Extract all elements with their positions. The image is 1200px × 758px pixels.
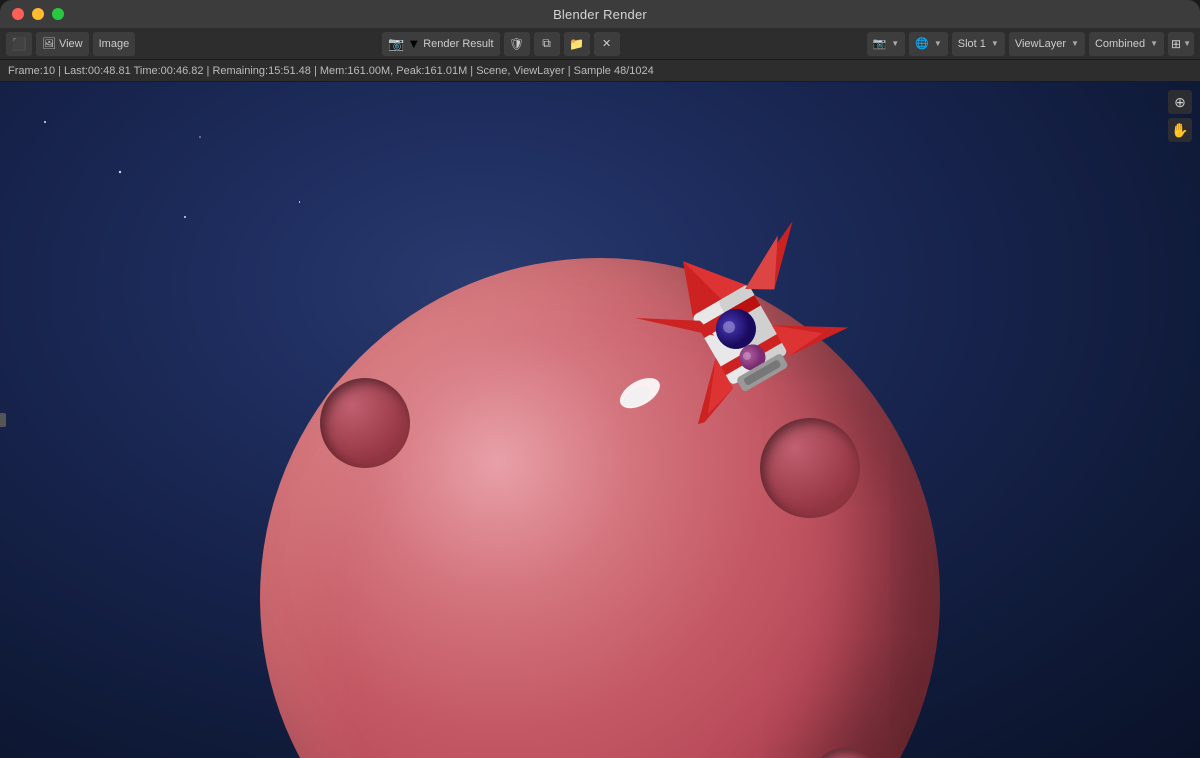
render-result-label: Render Result	[423, 38, 493, 50]
zoom-button[interactable]: ⊕	[1168, 90, 1192, 114]
image-menu-button[interactable]: Image	[93, 32, 136, 56]
view-menu-button[interactable]: 🖼 View	[36, 32, 89, 56]
globe-button[interactable]: 🌐 ▼	[909, 32, 948, 56]
globe-icon: 🌐	[915, 37, 929, 50]
crater-bottomright	[810, 748, 880, 758]
render-result-icon2: ▼	[407, 36, 420, 51]
close-result-icon: ✕	[602, 37, 611, 50]
combined-selector[interactable]: Combined ▼	[1089, 32, 1164, 56]
hand-tool-button[interactable]: ✋	[1168, 118, 1192, 142]
camera-dropdown: ▼	[891, 39, 899, 48]
render-result-icon: 📷	[388, 36, 404, 52]
slot-dropdown-icon: ▼	[991, 39, 999, 48]
window-title: Blender Render	[553, 7, 647, 22]
slot-selector[interactable]: Slot 1 ▼	[952, 32, 1005, 56]
view-icon: 🖼	[42, 37, 56, 50]
title-bar: Blender Render	[0, 0, 1200, 28]
slot-label: Slot 1	[958, 38, 986, 50]
editor-type-icon: ⬛	[12, 37, 27, 51]
stars-layer	[0, 82, 300, 232]
side-tools-panel: ⊕ ✋	[1168, 90, 1192, 142]
copy-icon: ⧉	[542, 36, 551, 51]
folder-button[interactable]: 📁	[564, 32, 590, 56]
render-viewport: ⊕ ✋	[0, 82, 1200, 758]
folder-icon: 📁	[569, 37, 584, 51]
camera-button[interactable]: 📷 ▼	[867, 32, 906, 56]
blender-toolbar: ⬛ 🖼 View Image 📷 ▼ Render Result 🛡 ⧉ 📁 ✕…	[0, 28, 1200, 60]
copy-button[interactable]: ⧉	[534, 32, 560, 56]
close-button[interactable]	[12, 8, 24, 20]
combined-dropdown-icon: ▼	[1150, 39, 1158, 48]
close-result-button[interactable]: ✕	[594, 32, 620, 56]
shield-icon: 🛡	[509, 37, 524, 51]
editor-type-button[interactable]: ⬛	[6, 32, 32, 56]
normalize-button[interactable]: ⊞ ▼	[1168, 32, 1194, 56]
viewlayer-selector[interactable]: ViewLayer ▼	[1009, 32, 1085, 56]
zoom-icon: ⊕	[1174, 94, 1186, 111]
render-result-selector[interactable]: 📷 ▼ Render Result	[382, 32, 499, 56]
left-edge-handle[interactable]	[0, 413, 6, 427]
hand-icon: ✋	[1171, 122, 1188, 139]
minimize-button[interactable]	[32, 8, 44, 20]
camera-icon: 📷	[873, 37, 887, 50]
status-text: Frame:10 | Last:00:48.81 Time:00:46.82 |…	[8, 65, 654, 77]
shield-button[interactable]: 🛡	[504, 32, 530, 56]
viewlayer-label: ViewLayer	[1015, 38, 1066, 50]
status-bar: Frame:10 | Last:00:48.81 Time:00:46.82 |…	[0, 60, 1200, 82]
normalize-icon: ⊞	[1171, 37, 1181, 51]
normalize-dropdown-icon: ▼	[1183, 39, 1191, 48]
crater-topleft	[320, 378, 410, 468]
maximize-button[interactable]	[52, 8, 64, 20]
window-controls	[12, 8, 64, 20]
combined-label: Combined	[1095, 38, 1145, 50]
crater-right	[760, 418, 860, 518]
viewlayer-dropdown-icon: ▼	[1071, 39, 1079, 48]
globe-dropdown: ▼	[934, 39, 942, 48]
